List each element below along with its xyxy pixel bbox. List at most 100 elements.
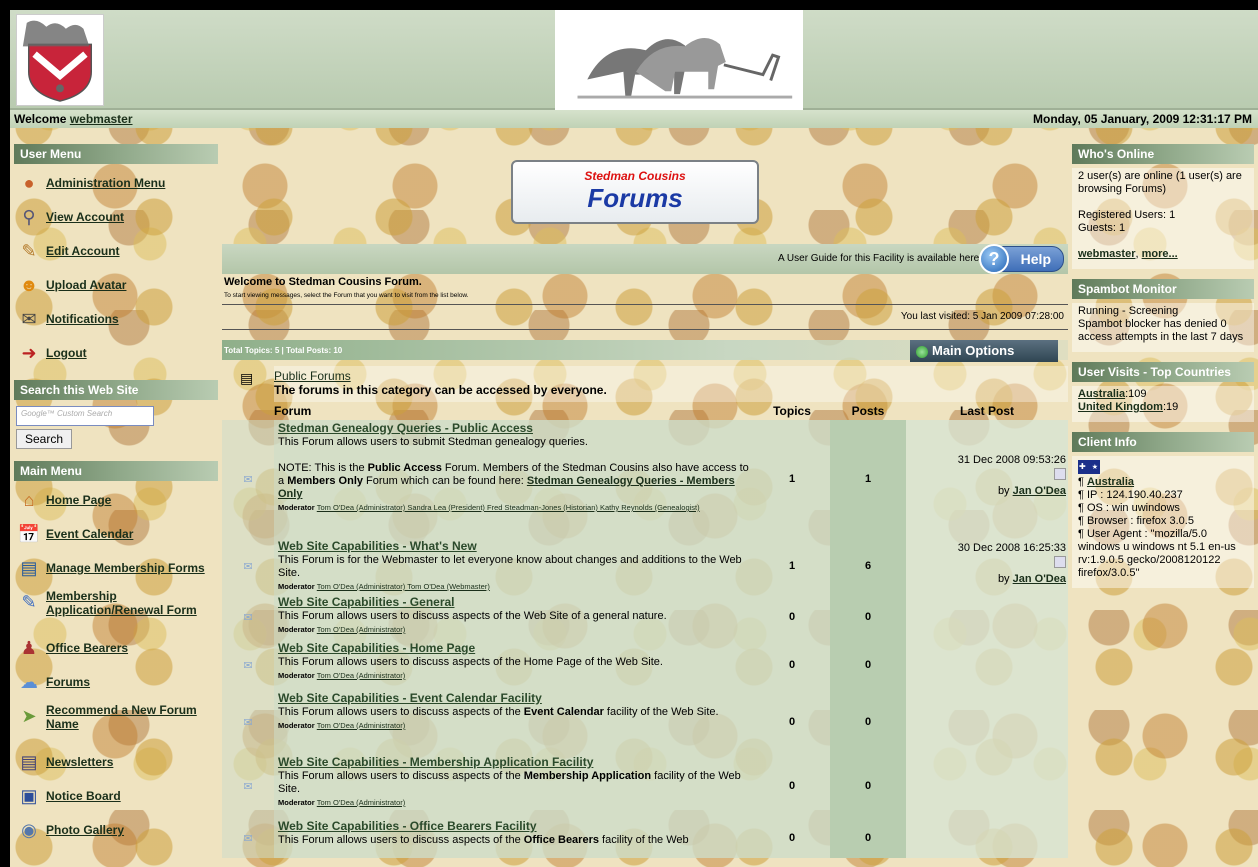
menu-link[interactable]: Logout [46, 346, 87, 360]
menu-link[interactable]: Manage Membership Forms [46, 561, 205, 575]
menu-item-membership-application[interactable]: ✎ Membership Application/Renewal Form [14, 585, 218, 631]
visit-count: :109 [1125, 388, 1147, 400]
welcome-prefix: Welcome [14, 112, 67, 126]
whos-online-title: Who's Online [1072, 144, 1254, 164]
guests: Guests: 1 [1078, 222, 1126, 234]
arrow-icon: ➤ [21, 705, 37, 726]
menu-item-photo-gallery[interactable]: ◉ Photo Gallery [14, 813, 218, 847]
spambot-text: Spambot blocker has denied 0 access atte… [1078, 318, 1244, 343]
topics-count: 0 [754, 818, 830, 858]
menu-item-upload-avatar[interactable]: ☻ Upload Avatar [14, 268, 218, 302]
visit-country-link[interactable]: Australia [1078, 388, 1125, 400]
client-country-link[interactable]: Australia [1087, 476, 1134, 488]
menu-item-notice-board[interactable]: ▣ Notice Board [14, 779, 218, 813]
last-post-user[interactable]: Jan O'Dea [1013, 573, 1066, 585]
last-post-cell [906, 818, 1068, 858]
topics-count: 0 [754, 754, 830, 818]
menu-item-forums[interactable]: ☁ Forums [14, 665, 218, 699]
more-users-link[interactable]: more... [1142, 248, 1178, 260]
menu-link[interactable]: Office Bearers [46, 641, 128, 655]
posts-count: 0 [830, 594, 906, 640]
menu-link[interactable]: Recommend a New Forum Name [46, 703, 216, 731]
badge-title: Forums [587, 183, 683, 213]
help-button[interactable]: ? Help [979, 244, 1064, 274]
moderator-label: Moderator [278, 582, 315, 591]
table-row: ✉ Stedman Genealogy Queries - Public Acc… [222, 420, 1068, 538]
moderator-links[interactable]: Tom O'Dea (Administrator) [317, 721, 406, 730]
search-input[interactable]: Google™ Custom Search [16, 406, 154, 426]
menu-link[interactable]: Newsletters [46, 755, 113, 769]
client-info-body: ✚ ★ ¶ Australia ¶ IP : 124.190.40.237 ¶ … [1072, 456, 1254, 588]
visit-country-link[interactable]: United Kingdom [1078, 401, 1163, 413]
forum-title-link[interactable]: Web Site Capabilities - General [278, 595, 455, 609]
moderator-line: Moderator Tom O'Dea (Administrator) Sand… [278, 503, 700, 512]
view-post-icon[interactable] [1054, 556, 1066, 568]
last-post-cell [906, 594, 1068, 640]
forum-title-link[interactable]: Web Site Capabilities - What's New [278, 539, 477, 553]
menu-link[interactable]: View Account [46, 210, 124, 224]
menu-item-recommend-forum[interactable]: ➤ Recommend a New Forum Name [14, 699, 218, 745]
menu-item-notifications[interactable]: ✉ Notifications [14, 302, 218, 336]
menu-link[interactable]: Photo Gallery [46, 823, 124, 837]
menu-link[interactable]: Upload Avatar [46, 278, 126, 292]
category-link[interactable]: Public Forums [274, 369, 351, 383]
welcome-bar: Welcome webmaster Monday, 05 January, 20… [10, 110, 1258, 128]
moderator-links[interactable]: Tom O'Dea (Administrator) [317, 625, 406, 634]
moderator-label: Moderator [278, 721, 315, 730]
forum-note-bold: Members Only [287, 475, 363, 487]
topics-count: 0 [754, 594, 830, 640]
spambot-body: Running - Screening Spambot blocker has … [1072, 303, 1254, 352]
moderator-links[interactable]: Tom O'Dea (Administrator) Tom O'Dea (Web… [317, 582, 490, 591]
menu-link[interactable]: Notifications [46, 312, 119, 326]
forum-desc: This Forum allows users to submit Stedma… [278, 436, 588, 448]
menu-link[interactable]: Forums [46, 675, 90, 689]
table-header: Forum Topics Posts Last Post [222, 402, 1068, 420]
menu-item-edit-account[interactable]: ✎ Edit Account [14, 234, 218, 268]
menu-link[interactable]: Administration Menu [46, 176, 165, 190]
forums-badge: Stedman Cousins Forums [511, 160, 759, 224]
table-row: ✉ Web Site Capabilities - Office Bearers… [222, 818, 1068, 858]
welcome-user-link[interactable]: webmaster [70, 112, 133, 126]
main-options-button[interactable]: Main Options [910, 340, 1058, 362]
forum-title-link[interactable]: Web Site Capabilities - Office Bearers F… [278, 819, 537, 833]
forum-title-link[interactable]: Web Site Capabilities - Home Page [278, 641, 475, 655]
menu-link[interactable]: Notice Board [46, 789, 121, 803]
category-desc: The forums in this category can be acces… [274, 383, 607, 397]
forum-title-link[interactable]: Web Site Capabilities - Membership Appli… [278, 755, 593, 769]
menu-item-manage-membership[interactable]: ▤ Manage Membership Forms [14, 551, 218, 585]
view-post-icon[interactable] [1054, 468, 1066, 480]
topics-count: 1 [754, 538, 830, 594]
user-menu: ● Administration Menu ⚲ View Account ✎ E… [14, 164, 218, 370]
menu-item-view-account[interactable]: ⚲ View Account [14, 200, 218, 234]
menu-item-newsletters[interactable]: ▤ Newsletters [14, 745, 218, 779]
moderator-links[interactable]: Tom O'Dea (Administrator) [317, 671, 406, 680]
pencil-icon: ✎ [21, 240, 37, 261]
moderator-label: Moderator [278, 798, 315, 807]
moderator-links[interactable]: Tom O'Dea (Administrator) [317, 798, 406, 807]
menu-item-office-bearers[interactable]: ♟ Office Bearers [14, 631, 218, 665]
last-post-cell [906, 640, 1068, 690]
search-title: Search this Web Site [14, 380, 218, 400]
newsletter-icon: ▤ [20, 751, 38, 772]
last-post-user[interactable]: Jan O'Dea [1013, 485, 1066, 497]
moderator-links[interactable]: Tom O'Dea (Administrator) Sandra Lea (Pr… [317, 503, 700, 512]
forum-note-bold: Public Access [367, 462, 442, 474]
menu-link[interactable]: Edit Account [46, 244, 120, 258]
badge-subtitle: Stedman Cousins [584, 169, 686, 183]
envelope-icon: ✉ [222, 690, 274, 754]
menu-link[interactable]: Membership Application/Renewal Form [46, 589, 216, 617]
forum-title-link[interactable]: Stedman Genealogy Queries - Public Acces… [278, 421, 533, 435]
last-post-cell [906, 690, 1068, 754]
search-button[interactable]: Search [16, 429, 73, 449]
online-user-link[interactable]: webmaster [1078, 248, 1135, 260]
menu-link[interactable]: Event Calendar [46, 527, 133, 541]
chat-bubble-icon: ☁ [20, 671, 38, 692]
menu-link[interactable]: Home Page [46, 493, 111, 507]
posts-count: 0 [830, 690, 906, 754]
forum-title-link[interactable]: Web Site Capabilities - Event Calendar F… [278, 691, 542, 705]
menu-item-administration[interactable]: ● Administration Menu [14, 166, 218, 200]
menu-item-event-calendar[interactable]: 📅 Event Calendar [14, 517, 218, 551]
menu-item-home[interactable]: ⌂ Home Page [14, 483, 218, 517]
menu-item-logout[interactable]: ➜ Logout [14, 336, 218, 370]
main-menu: ⌂ Home Page 📅 Event Calendar ▤ Manage Me… [14, 481, 218, 847]
